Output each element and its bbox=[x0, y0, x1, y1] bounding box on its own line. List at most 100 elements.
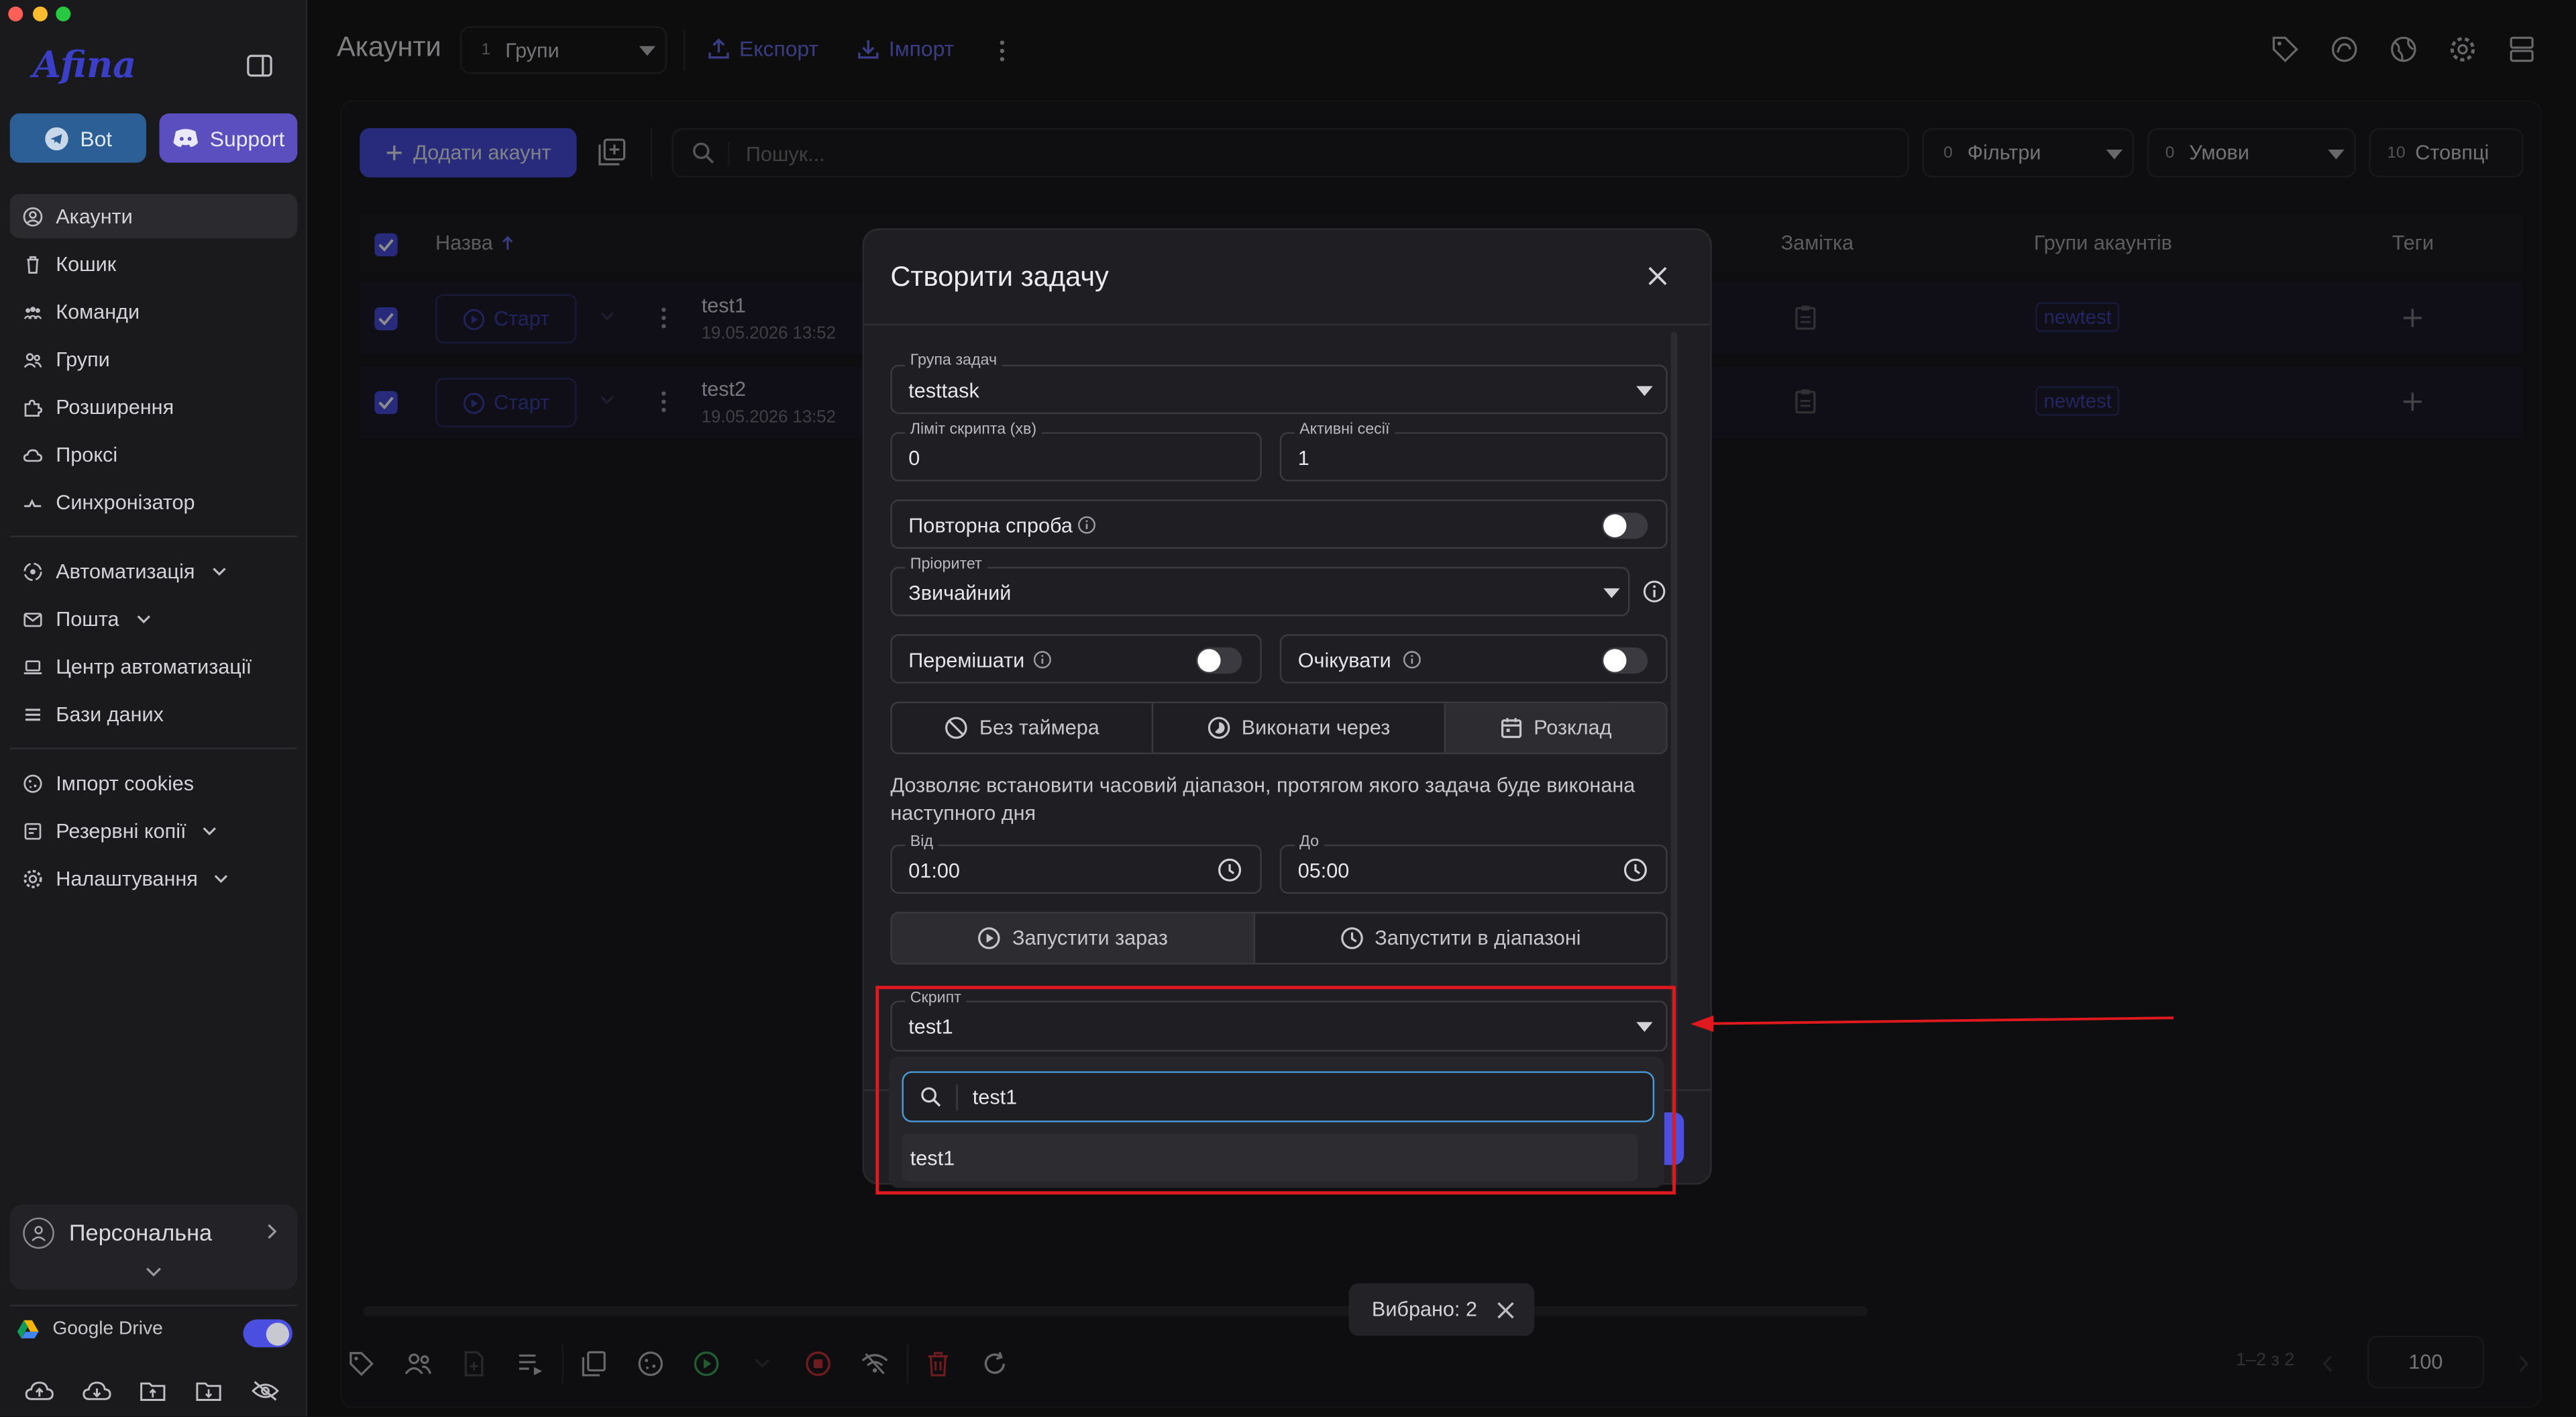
chevron-right-icon bbox=[264, 1222, 279, 1241]
close-window-button[interactable] bbox=[8, 6, 23, 21]
sidebar-item-label: Імпорт cookies bbox=[56, 771, 195, 795]
to-label: До bbox=[1294, 833, 1324, 851]
sidebar-item-label: Налаштування bbox=[56, 866, 198, 890]
sidebar-divider bbox=[9, 747, 298, 749]
retry-row: Повторна спроба bbox=[890, 499, 1668, 549]
block-icon bbox=[945, 717, 967, 739]
tab-run-in-range[interactable]: Запустити в діапазоні bbox=[1255, 914, 1666, 963]
sidebar-item-groups[interactable]: Групи bbox=[10, 337, 298, 381]
sidebar-item-label: Автоматизація bbox=[56, 559, 195, 583]
sidebar-item-label: Синхронізатор bbox=[56, 490, 195, 514]
dialog-title: Створити задачу bbox=[890, 261, 1109, 293]
active-sessions-input[interactable]: 1 bbox=[1279, 432, 1668, 482]
caret-down-icon bbox=[1603, 588, 1620, 598]
bot-label: Bot bbox=[80, 125, 113, 151]
support-label: Support bbox=[209, 125, 285, 151]
clock-icon[interactable] bbox=[1623, 857, 1648, 882]
folder-download-icon[interactable] bbox=[195, 1380, 221, 1402]
workspace-name: Персональна bbox=[68, 1219, 213, 1246]
zoom-window-button[interactable] bbox=[56, 6, 71, 21]
retry-toggle[interactable] bbox=[1601, 513, 1648, 539]
sidebar-item-label: Пошта bbox=[56, 607, 119, 631]
sidebar-item-synchronizer[interactable]: Синхронізатор bbox=[10, 480, 298, 524]
google-drive-label: Google Drive bbox=[52, 1319, 163, 1339]
chevron-down-icon bbox=[203, 823, 217, 838]
sidebar-item-label: Кошик bbox=[56, 252, 117, 276]
tab-run-now[interactable]: Запустити зараз bbox=[892, 913, 1256, 963]
shuffle-toggle[interactable] bbox=[1195, 647, 1242, 674]
wait-toggle[interactable] bbox=[1601, 647, 1648, 674]
eye-off-icon[interactable] bbox=[252, 1380, 280, 1402]
folder-upload-icon[interactable] bbox=[140, 1380, 166, 1402]
sidebar-item-automation[interactable]: Автоматизація bbox=[10, 549, 298, 593]
task-group-select[interactable]: testtask bbox=[890, 364, 1668, 415]
to-time-input[interactable]: 05:00 bbox=[1279, 844, 1668, 894]
timelapse-icon bbox=[1207, 717, 1230, 739]
sidebar-item-databases[interactable]: Бази даних bbox=[10, 692, 298, 736]
gear-icon bbox=[23, 868, 42, 888]
backup-icon bbox=[23, 821, 42, 840]
sidebar-item-label: Акаунти bbox=[56, 204, 133, 228]
minimize-window-button[interactable] bbox=[32, 6, 48, 21]
cloud-download-icon[interactable] bbox=[82, 1380, 111, 1402]
group-icon bbox=[23, 349, 42, 368]
tab-schedule[interactable]: Розклад bbox=[1445, 703, 1666, 753]
active-sessions-label: Активні сесії bbox=[1294, 420, 1395, 439]
priority-select[interactable]: Звичайний bbox=[890, 566, 1630, 617]
google-drive-row: Google Drive bbox=[16, 1319, 163, 1339]
list-icon bbox=[23, 704, 42, 723]
annotation-arrow bbox=[1687, 1009, 2175, 1039]
info-icon[interactable] bbox=[1403, 651, 1421, 669]
chevron-down-icon bbox=[211, 564, 226, 578]
sidebar-item-label: Проксі bbox=[56, 443, 118, 466]
sidebar-item-automation-center[interactable]: Центр автоматизації bbox=[10, 644, 298, 688]
support-button[interactable]: Support bbox=[159, 113, 298, 163]
sidebar-item-mail[interactable]: Пошта bbox=[10, 596, 298, 641]
cloud-icon bbox=[23, 444, 43, 464]
tab-run-after[interactable]: Виконати через bbox=[1154, 703, 1446, 753]
workspace-selector[interactable]: Персональна bbox=[9, 1204, 298, 1290]
tab-no-timer[interactable]: Без таймера bbox=[892, 703, 1154, 753]
team-icon bbox=[23, 301, 42, 321]
google-drive-toggle[interactable] bbox=[243, 1319, 292, 1348]
sidebar-item-teams[interactable]: Команди bbox=[10, 289, 298, 333]
info-icon[interactable] bbox=[1033, 651, 1051, 669]
clear-selection-icon[interactable] bbox=[1497, 1300, 1515, 1318]
sidebar-divider bbox=[9, 1304, 298, 1306]
chevron-down-icon[interactable] bbox=[145, 1265, 163, 1279]
sidebar: Afina Bot Support Акаунти Кошик Команди … bbox=[0, 0, 307, 1417]
sidebar-item-label: Розширення bbox=[56, 395, 174, 419]
sidebar-item-trash[interactable]: Кошик bbox=[10, 242, 298, 286]
sidebar-divider bbox=[9, 535, 298, 537]
info-icon[interactable] bbox=[1078, 516, 1096, 534]
laptop-icon bbox=[23, 656, 42, 676]
shuffle-row: Перемішати bbox=[890, 634, 1262, 684]
puzzle-icon bbox=[23, 397, 43, 416]
sidebar-item-import-cookies[interactable]: Імпорт cookies bbox=[10, 761, 298, 805]
mail-icon bbox=[23, 609, 42, 628]
discord-icon bbox=[172, 128, 198, 148]
sidebar-item-extensions[interactable]: Розширення bbox=[10, 384, 298, 429]
bot-button[interactable]: Bot bbox=[9, 113, 146, 163]
priority-info-icon[interactable] bbox=[1643, 580, 1666, 602]
clock-icon[interactable] bbox=[1218, 857, 1242, 882]
google-drive-icon bbox=[16, 1320, 39, 1339]
sidebar-item-settings[interactable]: Налаштування bbox=[10, 856, 298, 900]
close-icon[interactable] bbox=[1648, 266, 1667, 286]
caret-down-icon bbox=[1636, 386, 1653, 397]
sidebar-item-backups[interactable]: Резервні копії bbox=[10, 808, 298, 853]
task-group-label: Група задач bbox=[905, 352, 1002, 370]
sidebar-item-accounts[interactable]: Акаунти bbox=[9, 193, 298, 239]
trash-icon bbox=[23, 254, 42, 273]
calendar-icon bbox=[1499, 717, 1522, 739]
sidebar-toggle-icon[interactable] bbox=[246, 54, 272, 77]
wait-row: Очікувати bbox=[1279, 634, 1668, 684]
cloud-upload-icon[interactable] bbox=[25, 1380, 54, 1402]
script-limit-input[interactable]: 0 bbox=[890, 432, 1262, 482]
cookie-icon bbox=[23, 773, 42, 792]
sidebar-item-proxy[interactable]: Проксі bbox=[10, 432, 298, 476]
from-time-input[interactable]: 01:00 bbox=[890, 844, 1262, 894]
automation-icon bbox=[23, 561, 42, 580]
user-circle-icon bbox=[23, 206, 43, 226]
sidebar-item-label: Бази даних bbox=[56, 702, 164, 726]
